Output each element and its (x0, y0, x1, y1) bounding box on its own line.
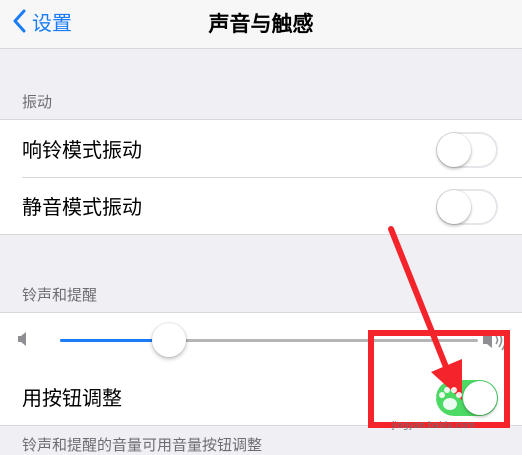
annotation-arrow-icon (388, 226, 462, 400)
watermark-url: jingyan.baidu.com (392, 421, 476, 431)
paw-watermark-icon (439, 387, 462, 410)
watermark-logo: Baidu (392, 392, 437, 408)
